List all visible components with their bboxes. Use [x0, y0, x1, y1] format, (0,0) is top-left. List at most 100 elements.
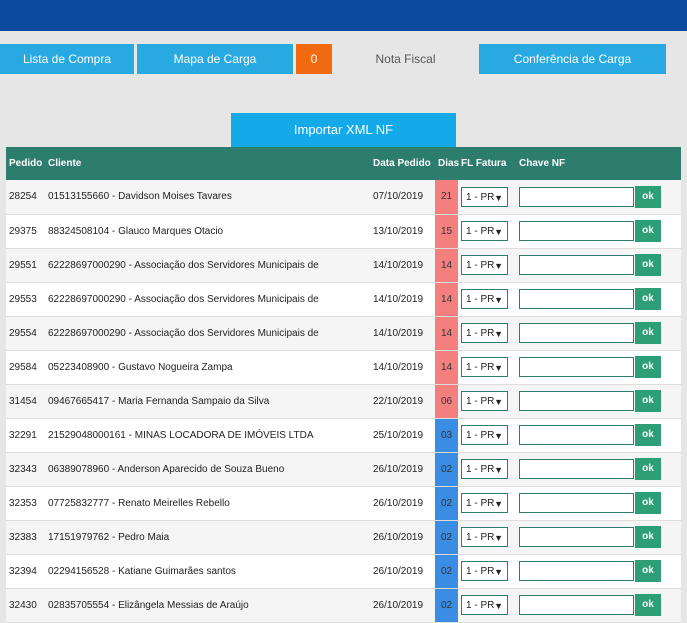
data-pedido-cell: 26/10/2019 — [370, 486, 435, 521]
dias-cell: 02 — [435, 520, 458, 555]
dropdown-arrow-icon: ▼ — [494, 567, 503, 577]
chave-nf-cell: ok — [516, 384, 681, 419]
chave-nf-cell: ok — [516, 180, 681, 215]
chave-nf-input[interactable] — [519, 493, 634, 513]
ok-button[interactable]: ok — [635, 492, 661, 514]
fl-fatura-select[interactable]: 1 - PR ▼ — [461, 323, 508, 343]
ok-button[interactable]: ok — [635, 560, 661, 582]
dias-cell: 21 — [435, 180, 458, 215]
chave-nf-input[interactable] — [519, 186, 634, 207]
tab-mapa-de-carga[interactable]: Mapa de Carga — [137, 44, 293, 74]
chave-nf-cell: ok — [516, 554, 681, 589]
cliente-cell: 02835705554 - Elizângela Messias de Araú… — [45, 588, 370, 623]
chave-nf-input[interactable] — [519, 595, 634, 615]
fl-fatura-value: 1 - PR — [466, 566, 495, 577]
import-xml-nf-button[interactable]: Importar XML NF — [231, 113, 456, 147]
col-header-cliente[interactable]: Cliente — [45, 147, 370, 180]
fl-fatura-select[interactable]: 1 - PR ▼ — [461, 391, 508, 411]
chave-nf-cell: ok — [516, 316, 681, 351]
fl-fatura-select[interactable]: 1 - PR ▼ — [461, 255, 508, 275]
fl-fatura-cell: 1 - PR ▼ — [458, 452, 516, 487]
fl-fatura-select[interactable]: 1 - PR ▼ — [461, 459, 508, 479]
ok-button[interactable]: ok — [635, 254, 661, 276]
chave-nf-cell: ok — [516, 452, 681, 487]
pedido-cell: 29554 — [6, 316, 45, 351]
ok-button[interactable]: ok — [635, 424, 661, 446]
dias-cell: 02 — [435, 588, 458, 623]
chave-nf-input[interactable] — [519, 357, 634, 377]
ok-button[interactable]: ok — [635, 458, 661, 480]
dias-cell: 14 — [435, 248, 458, 283]
fl-fatura-cell: 1 - PR ▼ — [458, 282, 516, 317]
data-pedido-cell: 14/10/2019 — [370, 282, 435, 317]
ok-button[interactable]: ok — [635, 322, 661, 344]
dropdown-arrow-icon: ▼ — [494, 363, 503, 373]
dias-cell: 14 — [435, 316, 458, 351]
col-header-pedido[interactable]: Pedido — [6, 147, 45, 180]
fl-fatura-select[interactable]: 1 - PR ▼ — [461, 527, 508, 547]
col-header-fl-fatura[interactable]: FL Fatura — [458, 147, 516, 180]
fl-fatura-value: 1 - PR — [466, 464, 495, 475]
table-row: 29551 62228697000290 - Associação dos Ser… — [6, 248, 681, 283]
ok-button[interactable]: ok — [635, 526, 661, 548]
table-row: 29553 62228697000290 - Associação dos Ser… — [6, 282, 681, 317]
fl-fatura-cell: 1 - PR ▼ — [458, 384, 516, 419]
dias-cell: 15 — [435, 214, 458, 249]
ok-button[interactable]: ok — [635, 594, 661, 616]
table-row: 32343 06389078960 - Anderson Aparecido de… — [6, 452, 681, 487]
pedido-cell: 32291 — [6, 418, 45, 453]
col-header-dias[interactable]: Dias — [435, 147, 459, 180]
ok-button[interactable]: ok — [635, 390, 661, 412]
fl-fatura-select[interactable]: 1 - PR ▼ — [461, 221, 508, 241]
ok-button[interactable]: ok — [635, 288, 661, 310]
chave-nf-input[interactable] — [519, 561, 634, 581]
cliente-cell: 62228697000290 - Associação dos Servidor… — [45, 316, 370, 351]
fl-fatura-value: 1 - PR — [466, 498, 495, 509]
dropdown-arrow-icon: ▼ — [494, 329, 503, 339]
chave-nf-input[interactable] — [519, 425, 634, 445]
chave-nf-input[interactable] — [519, 391, 634, 411]
ok-button[interactable]: ok — [635, 356, 661, 378]
col-header-data-pedido[interactable]: Data Pedido — [370, 147, 435, 180]
fl-fatura-cell: 1 - PR ▼ — [458, 418, 516, 453]
ok-button[interactable]: ok — [635, 220, 661, 242]
col-header-chave-nf[interactable]: Chave NF — [516, 147, 681, 180]
fl-fatura-cell: 1 - PR ▼ — [458, 180, 516, 215]
chave-nf-cell: ok — [516, 350, 681, 385]
chave-nf-input[interactable] — [519, 527, 634, 547]
chave-nf-input[interactable] — [519, 289, 634, 309]
tab-nota-fiscal[interactable]: Nota Fiscal — [335, 44, 476, 74]
pedido-cell: 28254 — [6, 180, 45, 215]
dropdown-arrow-icon: ▼ — [494, 431, 503, 441]
fl-fatura-select[interactable]: 1 - PR ▼ — [461, 425, 508, 445]
chave-nf-input[interactable] — [519, 459, 634, 479]
chave-nf-input[interactable] — [519, 221, 634, 241]
pedido-cell: 32430 — [6, 588, 45, 623]
chave-nf-input[interactable] — [519, 323, 634, 343]
tab-lista-de-compra[interactable]: Lista de Compra — [0, 44, 134, 74]
fl-fatura-cell: 1 - PR ▼ — [458, 248, 516, 283]
fl-fatura-select[interactable]: 1 - PR ▼ — [461, 186, 508, 207]
fl-fatura-select[interactable]: 1 - PR ▼ — [461, 493, 508, 513]
chave-nf-input[interactable] — [519, 255, 634, 275]
cliente-cell: 62228697000290 - Associação dos Servidor… — [45, 282, 370, 317]
tab-conferencia-de-carga[interactable]: Conferência de Carga — [479, 44, 666, 74]
chave-nf-cell: ok — [516, 486, 681, 521]
fl-fatura-select[interactable]: 1 - PR ▼ — [461, 357, 508, 377]
chave-nf-cell: ok — [516, 418, 681, 453]
pedido-cell: 29553 — [6, 282, 45, 317]
fl-fatura-select[interactable]: 1 - PR ▼ — [461, 561, 508, 581]
fl-fatura-select[interactable]: 1 - PR ▼ — [461, 595, 508, 615]
fl-fatura-value: 1 - PR — [466, 294, 495, 305]
cliente-cell: 09467665417 - Maria Fernanda Sampaio da … — [45, 384, 370, 419]
ok-button[interactable]: ok — [635, 185, 661, 208]
data-pedido-cell: 26/10/2019 — [370, 554, 435, 589]
pedido-cell: 32343 — [6, 452, 45, 487]
dropdown-arrow-icon: ▼ — [494, 397, 503, 407]
cliente-cell: 88324508104 - Glauco Marques Otacio — [45, 214, 370, 249]
chave-nf-cell: ok — [516, 588, 681, 623]
table-row: 29375 88324508104 - Glauco Marques Otacio… — [6, 214, 681, 249]
fl-fatura-select[interactable]: 1 - PR ▼ — [461, 289, 508, 309]
fl-fatura-cell: 1 - PR ▼ — [458, 350, 516, 385]
tab-counter-badge[interactable]: 0 — [296, 44, 332, 74]
